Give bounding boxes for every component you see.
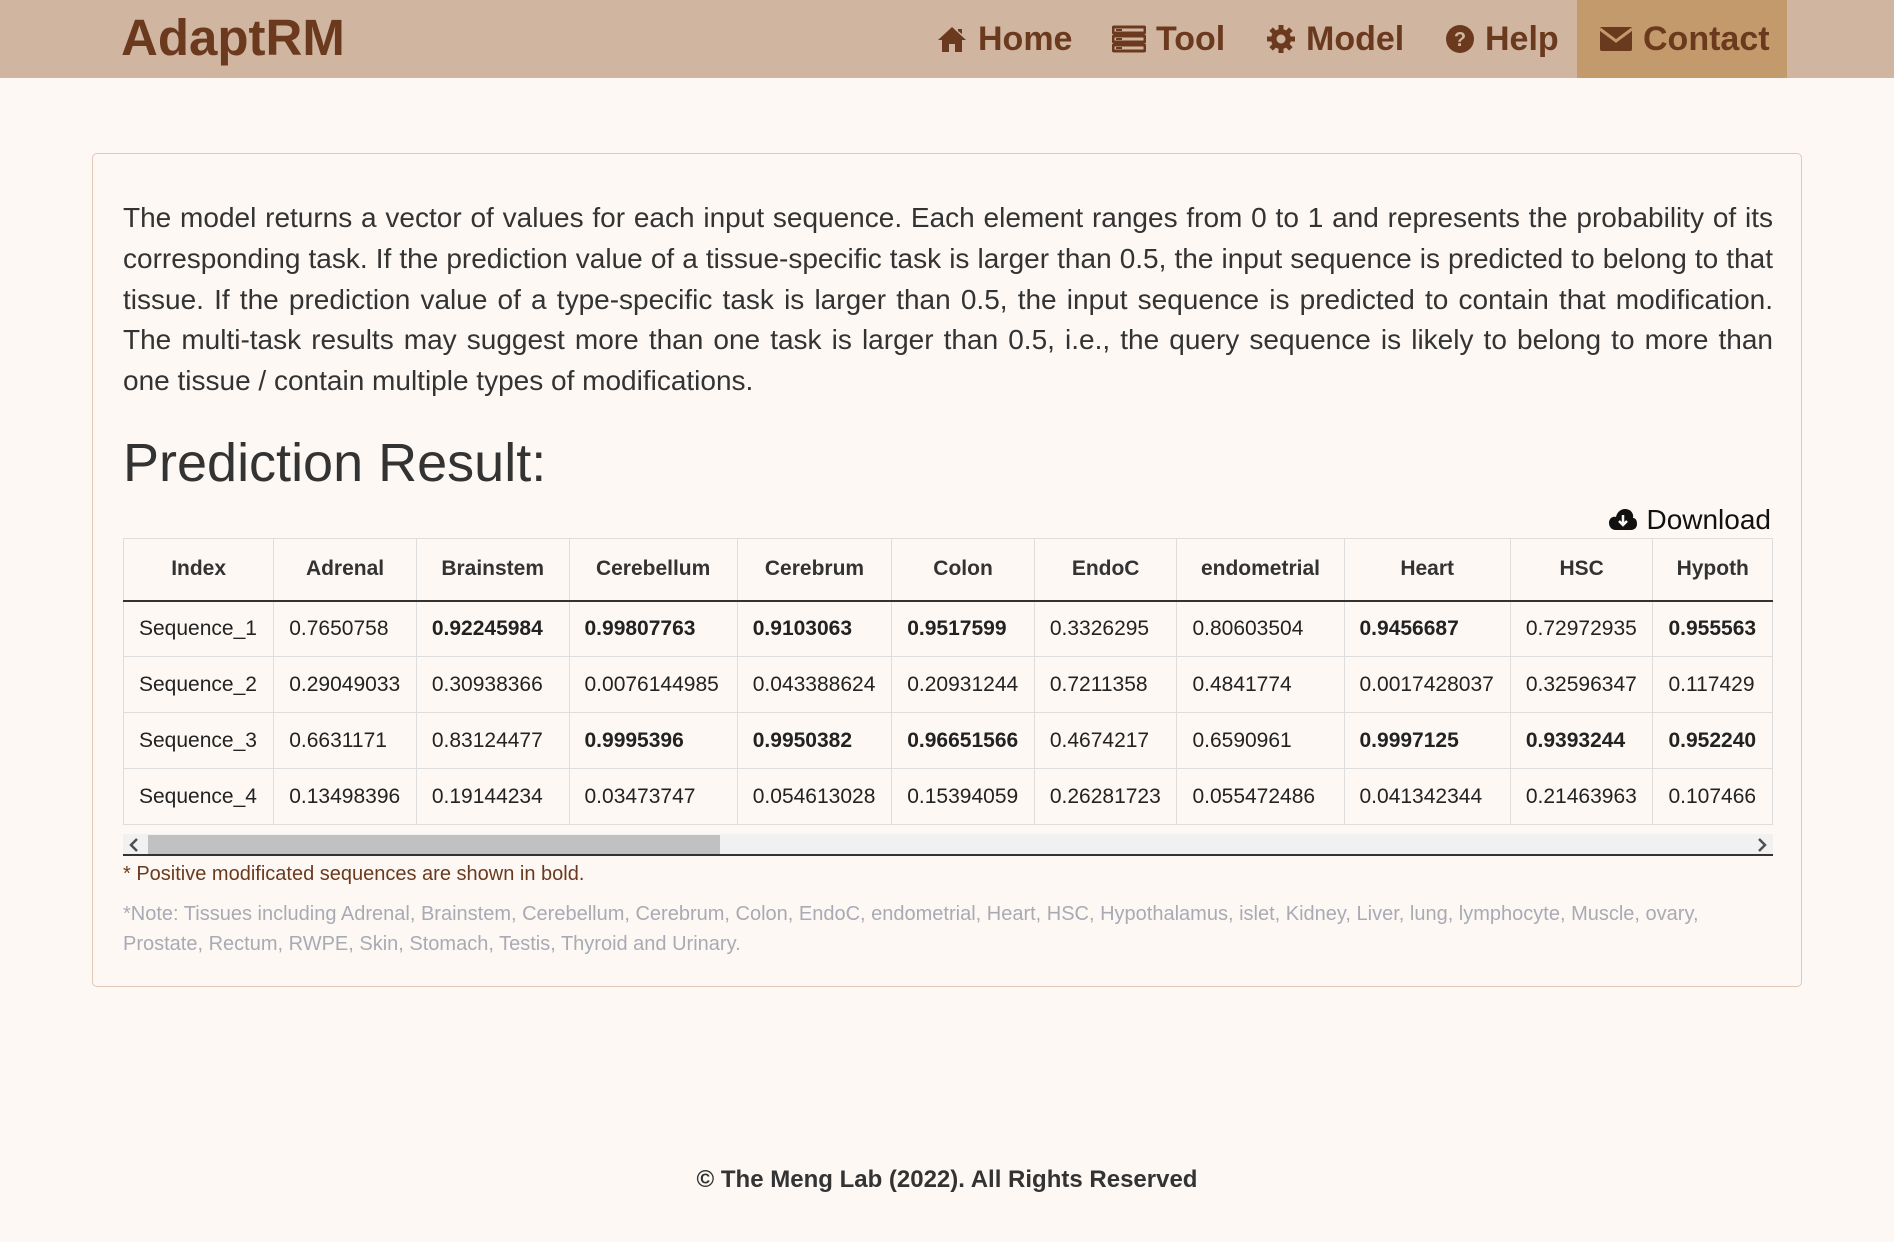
- download-label: Download: [1646, 504, 1771, 535]
- table-row: Sequence_4 0.13498396 0.19144234 0.03473747…: [123, 768, 1773, 825]
- table-row: Sequence_3 0.6631171 0.83124477 0.9995396 0.…: [123, 712, 1773, 769]
- value-cell: 0.9456687: [1343, 600, 1511, 657]
- value-cell: 0.6590961: [1176, 712, 1345, 769]
- column-header: Hypoth: [1652, 538, 1773, 602]
- cloud-download-icon: [1608, 508, 1638, 532]
- value-cell: 0.107466: [1652, 768, 1773, 825]
- column-header: Cerebellum: [568, 538, 738, 602]
- nav-tool-label: Tool: [1156, 19, 1226, 58]
- value-cell: 0.117429: [1652, 656, 1773, 713]
- value-cell: 0.15394059: [891, 768, 1035, 825]
- value-cell: 0.0017428037: [1343, 656, 1511, 713]
- nav-home-label: Home: [978, 19, 1073, 58]
- row-index-cell: Sequence_3: [123, 712, 275, 769]
- value-cell: 0.80603504: [1176, 600, 1345, 657]
- page-title: Prediction Result:: [123, 433, 547, 493]
- result-panel: The model returns a vector of values for…: [92, 153, 1802, 987]
- footer-copyright: © The Meng Lab (2022). All Rights Reserv…: [696, 1166, 1198, 1193]
- value-cell: 0.21463963: [1509, 768, 1654, 825]
- horizontal-scrollbar[interactable]: [123, 834, 1773, 854]
- brand-logo[interactable]: AdaptRM: [121, 10, 345, 66]
- table-row: Sequence_2 0.29049033 0.30938366 0.00761449…: [123, 656, 1773, 713]
- value-cell: 0.9950382: [736, 712, 893, 769]
- value-cell: 0.83124477: [415, 712, 570, 769]
- value-cell: 0.72972935: [1509, 600, 1654, 657]
- nav-home[interactable]: Home: [914, 0, 1094, 78]
- value-cell: 0.99807763: [568, 600, 738, 657]
- value-cell: 0.20931244: [891, 656, 1035, 713]
- home-icon: [936, 24, 968, 54]
- column-header: Colon: [891, 538, 1035, 602]
- scroll-left-icon[interactable]: [123, 834, 145, 854]
- nav-model-label: Model: [1306, 19, 1405, 58]
- value-cell: 0.0076144985: [568, 656, 738, 713]
- value-cell: 0.4841774: [1176, 656, 1345, 713]
- value-cell: 0.9995396: [568, 712, 738, 769]
- table-header: Index Adrenal Brainstem Cerebellum Cerebrum C…: [123, 538, 1773, 602]
- value-cell: 0.955563: [1652, 600, 1773, 657]
- value-cell: 0.32596347: [1509, 656, 1654, 713]
- value-cell: 0.26281723: [1033, 768, 1178, 825]
- column-header: Cerebrum: [736, 538, 893, 602]
- value-cell: 0.041342344: [1343, 768, 1511, 825]
- value-cell: 0.7650758: [273, 600, 417, 657]
- scroll-right-icon[interactable]: [1751, 834, 1773, 854]
- table-body: Sequence_1 0.7650758 0.92245984 0.99807763 0…: [123, 600, 1773, 825]
- download-button[interactable]: Download: [1608, 504, 1771, 536]
- value-cell: 0.4674217: [1033, 712, 1178, 769]
- row-index-cell: Sequence_1: [123, 600, 275, 657]
- value-cell: 0.19144234: [415, 768, 570, 825]
- tissue-note: *Note: Tissues including Adrenal, Brains…: [123, 903, 1699, 955]
- result-table: Index Adrenal Brainstem Cerebellum Cerebrum C…: [123, 538, 1773, 825]
- value-cell: 0.054613028: [736, 768, 893, 825]
- nav-contact[interactable]: Contact: [1577, 0, 1787, 78]
- nav-model[interactable]: Model: [1244, 0, 1426, 78]
- nav-help-label: Help: [1485, 19, 1559, 58]
- envelope-icon: [1599, 26, 1633, 52]
- column-header: Index: [123, 538, 275, 602]
- scrollbar-thumb[interactable]: [148, 835, 720, 854]
- value-cell: 0.043388624: [736, 656, 893, 713]
- value-cell: 0.29049033: [273, 656, 417, 713]
- value-cell: 0.96651566: [891, 712, 1035, 769]
- nav-help[interactable]: ? Help: [1423, 0, 1581, 78]
- value-cell: 0.30938366: [415, 656, 570, 713]
- column-header: Brainstem: [415, 538, 570, 602]
- value-cell: 0.6631171: [273, 712, 417, 769]
- row-index-cell: Sequence_4: [123, 768, 275, 825]
- column-header: Adrenal: [273, 538, 417, 602]
- table-row: Sequence_1 0.7650758 0.92245984 0.99807763 0…: [123, 600, 1773, 657]
- tool-icon: [1112, 25, 1146, 53]
- value-cell: 0.9517599: [891, 600, 1035, 657]
- svg-text:?: ?: [1454, 29, 1466, 51]
- gear-icon: [1266, 24, 1296, 54]
- nav-tool[interactable]: Tool: [1090, 0, 1247, 78]
- intro-text: The model returns a vector of values for…: [123, 202, 1773, 397]
- column-header: Heart: [1343, 538, 1511, 602]
- value-cell: 0.952240: [1652, 712, 1773, 769]
- value-cell: 0.03473747: [568, 768, 738, 825]
- column-header: EndoC: [1033, 538, 1178, 602]
- value-cell: 0.7211358: [1033, 656, 1178, 713]
- value-cell: 0.9997125: [1343, 712, 1511, 769]
- column-header: HSC: [1509, 538, 1654, 602]
- column-header: endometrial: [1176, 538, 1345, 602]
- table-header-row: Index Adrenal Brainstem Cerebellum Cerebrum C…: [123, 538, 1773, 602]
- value-cell: 0.13498396: [273, 768, 417, 825]
- bold-footnote: * Positive modificated sequences are sho…: [123, 863, 585, 885]
- row-index-cell: Sequence_2: [123, 656, 275, 713]
- value-cell: 0.055472486: [1176, 768, 1345, 825]
- value-cell: 0.92245984: [415, 600, 570, 657]
- nav-contact-label: Contact: [1643, 19, 1770, 58]
- value-cell: 0.9103063: [736, 600, 893, 657]
- navbar: AdaptRM Home Tool Model ? Help Contact: [0, 0, 1894, 78]
- question-icon: ?: [1445, 24, 1475, 54]
- value-cell: 0.3326295: [1033, 600, 1178, 657]
- value-cell: 0.9393244: [1509, 712, 1654, 769]
- result-table-container[interactable]: Index Adrenal Brainstem Cerebellum Cerebrum C…: [123, 538, 1773, 856]
